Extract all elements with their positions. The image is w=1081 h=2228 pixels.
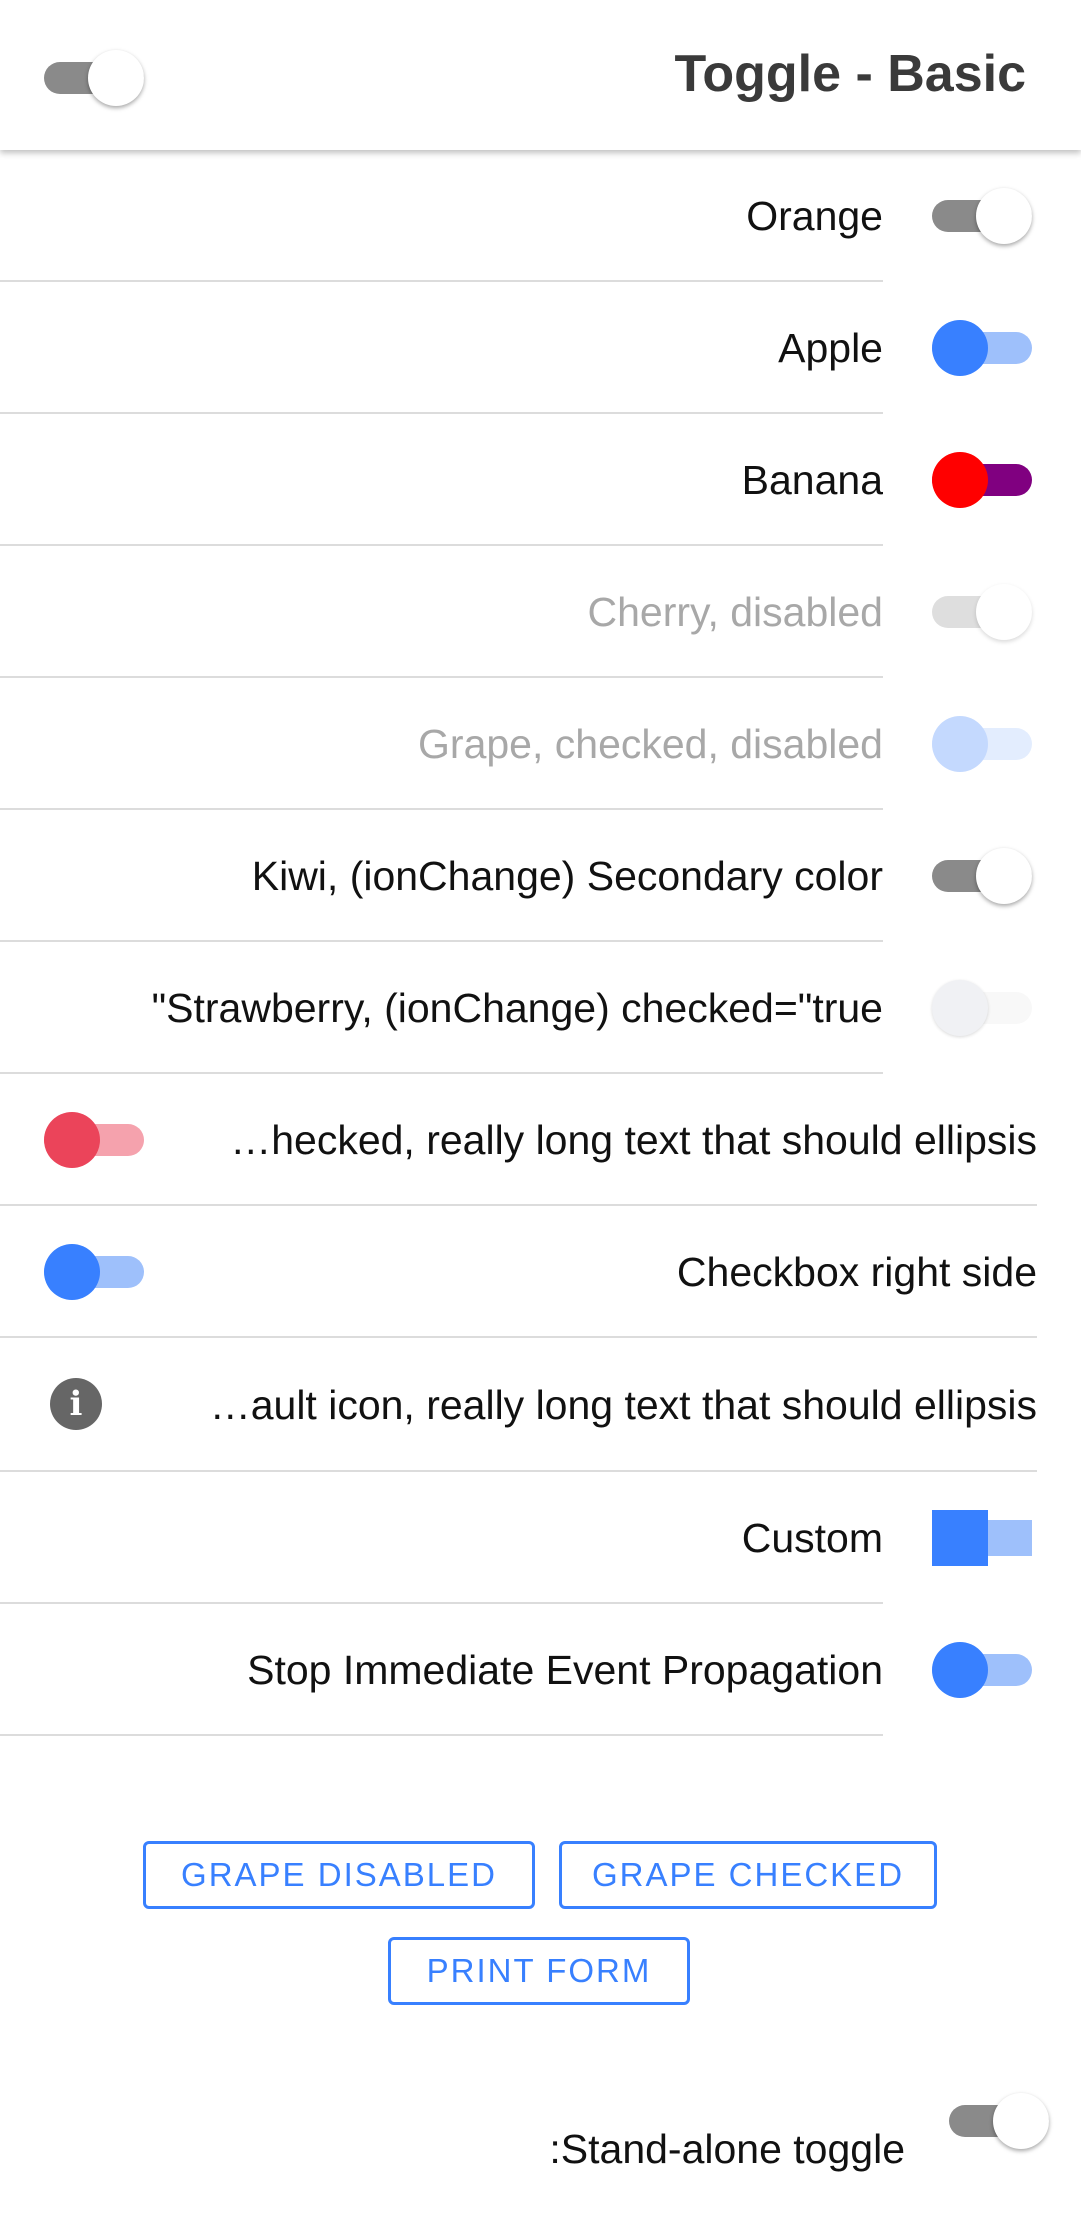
header-toggle-knob — [88, 50, 144, 106]
toggle-knob — [932, 1510, 988, 1566]
toggle-knob — [976, 584, 1032, 640]
item-label: Cherry, disabled — [587, 589, 884, 635]
list-item-apple[interactable]: Apple — [0, 282, 1081, 414]
cherry-toggle — [932, 584, 1032, 640]
list-item-kiwi[interactable]: Kiwi, (ionChange) Secondary color — [0, 810, 1081, 942]
item-label: "Strawberry, (ionChange) checked="true — [151, 985, 883, 1031]
information-icon: i — [50, 1378, 102, 1430]
strawberry-toggle[interactable] — [932, 980, 1032, 1036]
item-divider — [0, 1734, 883, 1736]
item-label: …hecked, really long text that should el… — [230, 1117, 1037, 1163]
custom-toggle[interactable] — [932, 1510, 1032, 1566]
item-label: Checkbox right side — [676, 1249, 1037, 1295]
toggle-knob — [932, 716, 988, 772]
apple-toggle[interactable] — [932, 320, 1032, 376]
banana-toggle[interactable] — [932, 452, 1032, 508]
toggle-knob — [44, 1112, 100, 1168]
item-label: Grape, checked, disabled — [418, 721, 883, 767]
grape-toggle — [932, 716, 1032, 772]
item-label: Banana — [741, 457, 883, 503]
item-label: Apple — [778, 325, 883, 371]
toggle-knob — [932, 452, 988, 508]
standalone-toggle-label: :Stand-alone toggle — [549, 2126, 905, 2172]
list-item-custom[interactable]: Custom — [0, 1472, 1081, 1604]
toggle-knob — [976, 188, 1032, 244]
list-item-grape: Grape, checked, disabled — [0, 678, 1081, 810]
toolbar-header: Toggle - Basic — [0, 0, 1081, 150]
long-text-toggle[interactable] — [44, 1112, 144, 1168]
standalone-toggle[interactable] — [949, 2093, 1049, 2149]
toggle-knob — [44, 1244, 100, 1300]
list-item-stop-propagation[interactable]: Stop Immediate Event Propagation — [0, 1604, 1081, 1736]
item-label: Custom — [741, 1515, 883, 1561]
grape-disabled-button[interactable]: GRAPE DISABLED — [143, 1841, 535, 1909]
checkbox-right-toggle[interactable] — [44, 1244, 144, 1300]
toggle-knob — [932, 1642, 988, 1698]
list-item-long-text[interactable]: …hecked, really long text that should el… — [0, 1074, 1081, 1206]
toggle-knob — [932, 980, 988, 1036]
list-item-icon-long-text[interactable]: i …ault icon, really long text that shou… — [0, 1338, 1081, 1472]
item-label: …ault icon, really long text that should… — [209, 1382, 1037, 1428]
item-label: Kiwi, (ionChange) Secondary color — [251, 853, 883, 899]
toggle-knob — [932, 320, 988, 376]
toggle-knob — [976, 848, 1032, 904]
item-label: Stop Immediate Event Propagation — [247, 1647, 883, 1693]
stop-propagation-toggle[interactable] — [932, 1642, 1032, 1698]
list-item-cherry: Cherry, disabled — [0, 546, 1081, 678]
list-item-strawberry[interactable]: "Strawberry, (ionChange) checked="true — [0, 942, 1081, 1074]
list-item-orange[interactable]: Orange — [0, 150, 1081, 282]
list-item-banana[interactable]: Banana — [0, 414, 1081, 546]
orange-toggle[interactable] — [932, 188, 1032, 244]
page-title: Toggle - Basic — [674, 45, 1026, 103]
print-form-button[interactable]: PRINT FORM — [388, 1937, 690, 2005]
header-toggle[interactable] — [44, 50, 144, 106]
toggle-knob — [993, 2093, 1049, 2149]
item-label: Orange — [746, 193, 883, 239]
kiwi-toggle[interactable] — [932, 848, 1032, 904]
grape-checked-button[interactable]: GRAPE CHECKED — [559, 1841, 937, 1909]
list-item-checkbox-right[interactable]: Checkbox right side — [0, 1206, 1081, 1338]
